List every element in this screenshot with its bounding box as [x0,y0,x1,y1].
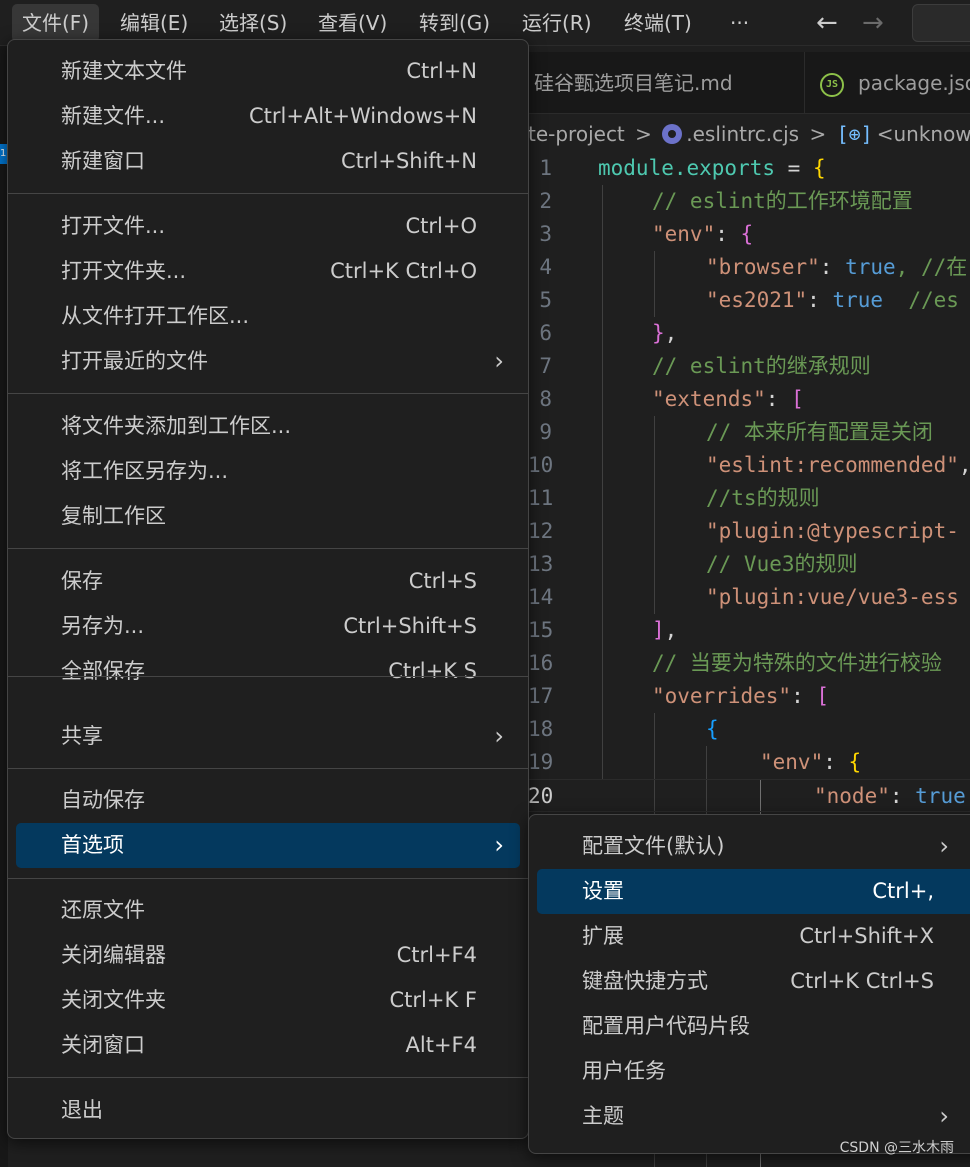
breadcrumb-symbol[interactable]: <unknown> [877,122,970,146]
menu-separator [8,1077,528,1078]
menu-item-keybindings[interactable]: 键盘快捷方式 Ctrl+K Ctrl+S [537,959,970,1004]
code-line: 3 "env": { [539,222,754,246]
menu-item-save-all[interactable]: 全部保存 Ctrl+K S [16,649,520,694]
js-file-icon: JS [820,72,844,97]
menu-item-save-as[interactable]: 另存为... Ctrl+Shift+S [16,604,520,649]
code-line: 12 "plugin:@typescript- [528,519,959,543]
code-line: 17 "overrides": [ [528,684,830,708]
command-center[interactable] [912,4,970,42]
menu-more[interactable]: ··· [720,4,759,42]
menu-item-open-file[interactable]: 打开文件... Ctrl+O [16,204,520,249]
code-line-current: 20 "node": true [528,779,970,812]
menu-item-open-recent[interactable]: 打开最近的文件 › [16,339,520,384]
editor-tabs: 硅谷甄选项目笔记.md JS package.json [528,52,970,114]
code-line: 2// eslint的工作环境配置 [539,189,913,213]
menu-separator [8,676,528,677]
menu-separator [8,548,528,549]
menu-item-tasks[interactable]: 用户任务 [537,1049,970,1094]
menu-go[interactable]: 转到(G) [409,4,500,42]
menu-item-new-file[interactable]: 新建文件... Ctrl+Alt+Windows+N [16,94,520,139]
chevron-right-icon: > [635,122,652,146]
menu-item-preferences[interactable]: 首选项 › [16,823,520,868]
eslint-file-icon [662,123,683,144]
tab-notes-md[interactable]: 硅谷甄选项目笔记.md [534,52,733,114]
code-line: 18{ [528,717,719,741]
menu-run[interactable]: 运行(R) [512,4,602,42]
chevron-right-icon: > [809,122,827,146]
chevron-right-icon: › [494,831,504,859]
menu-item-save-workspace-as[interactable]: 将工作区另存为... [16,449,520,494]
code-line: 15], [528,618,678,642]
menu-separator [8,393,528,394]
breadcrumb-file[interactable]: .eslintrc.cjs [686,122,799,146]
tab-package-json-label: package.json [858,71,970,95]
menu-item-snippets[interactable]: 配置用户代码片段 [537,1004,970,1049]
menu-item-duplicate-workspace[interactable]: 复制工作区 [16,494,520,539]
menu-file[interactable]: 文件(F) [12,4,100,42]
menu-item-new-text-file[interactable]: 新建文本文件 Ctrl+N [16,49,520,94]
code-line: 9// 本来所有配置是关闭 [539,420,933,444]
file-menu: 新建文本文件 Ctrl+N 新建文件... Ctrl+Alt+Windows+N 新… [7,39,529,1139]
forward-arrow-icon[interactable]: → [862,8,884,38]
menu-item-share[interactable]: 共享 › [16,714,520,759]
watermark: CSDN @三水木雨 [839,1140,954,1156]
code-line: 14 "plugin:vue/vue3-ess [528,585,959,609]
code-line: 19 "env": { [528,750,862,774]
breadcrumb-folder[interactable]: te-project [528,122,625,146]
menu-item-save[interactable]: 保存 Ctrl+S [16,559,520,604]
menu-separator [8,768,528,769]
code-line: 13// Vue3的规则 [528,552,858,576]
menu-separator [8,878,528,879]
menu-item-extensions[interactable]: 扩展 Ctrl+Shift+X [537,914,970,959]
chevron-right-icon: › [939,1102,949,1130]
menu-item-open-folder[interactable]: 打开文件夹... Ctrl+K Ctrl+O [16,249,520,294]
code-line: 4 "browser": true, //在 [539,255,968,279]
preferences-submenu: 配置文件(默认) › 设置 Ctrl+, 扩展 Ctrl+Shift+X 键盘快捷方式… [528,814,970,1154]
menu-item-close-editor[interactable]: 关闭编辑器 Ctrl+F4 [16,933,520,978]
chevron-right-icon: › [939,832,949,860]
menu-item-exit[interactable]: 退出 [16,1088,520,1133]
menu-item-new-window[interactable]: 新建窗口 Ctrl+Shift+N [16,139,520,184]
code-line: 6}, [539,321,678,345]
chevron-right-icon: › [494,722,504,750]
code-line: 16// 当要为特殊的文件进行校验 [528,651,942,675]
menu-item-open-workspace[interactable]: 从文件打开工作区... [16,294,520,339]
menu-item-profile[interactable]: 配置文件(默认) › [537,824,970,869]
tab-package-json[interactable]: JS package.json [820,52,970,114]
code-line: 11//ts的规则 [528,486,820,510]
chevron-right-icon: › [494,347,504,375]
menu-terminal[interactable]: 终端(T) [614,4,702,42]
tab-divider [804,52,805,114]
menu-separator [8,193,528,194]
code-line: 8 "extends": [ [539,387,804,411]
menu-selection[interactable]: 选择(S) [209,4,297,42]
menu-item-add-folder[interactable]: 将文件夹添加到工作区... [16,404,520,449]
code-line: 7// eslint的继承规则 [539,354,871,378]
menu-item-auto-save[interactable]: 自动保存 [16,778,520,823]
code-line: 10"eslint:recommended", [528,453,970,477]
symbol-icon: [⊕] [836,122,873,146]
menu-view[interactable]: 查看(V) [308,4,397,42]
menu-item-close-folder[interactable]: 关闭文件夹 Ctrl+K F [16,978,520,1023]
code-line: 1 module.exports = { [539,156,826,180]
menu-item-themes[interactable]: 主题 › [537,1094,970,1139]
code-line: 5 "es2021": true //es [539,288,959,312]
breadcrumb: te-project > .eslintrc.cjs > [⊕]<unknown… [528,116,970,152]
menu-item-settings[interactable]: 设置 Ctrl+, [537,869,970,914]
menu-item-close-window[interactable]: 关闭窗口 Alt+F4 [16,1023,520,1068]
menu-edit[interactable]: 编辑(E) [110,4,198,42]
back-arrow-icon[interactable]: ← [816,8,838,38]
menu-item-revert-file[interactable]: 还原文件 [16,888,520,933]
